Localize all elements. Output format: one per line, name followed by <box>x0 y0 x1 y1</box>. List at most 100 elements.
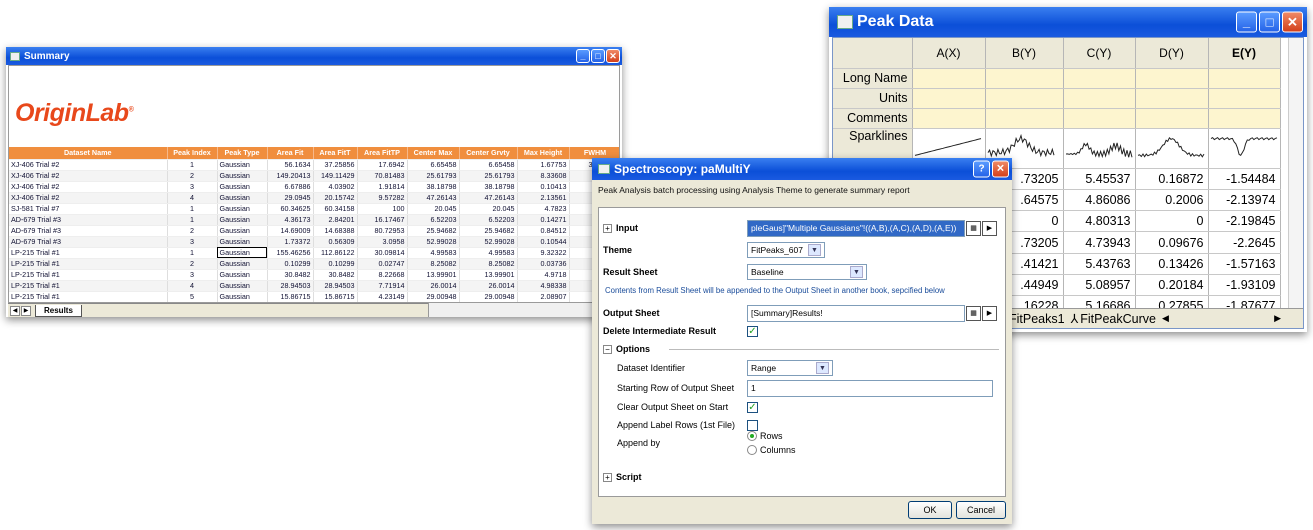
column-header[interactable]: Area Fit <box>267 147 314 160</box>
table-cell[interactable]: 149.20413 <box>267 170 314 182</box>
table-cell[interactable]: 0.03736 <box>517 258 570 270</box>
delete-intermediate-checkbox[interactable]: ✓ <box>747 325 758 337</box>
column-header[interactable]: E(Y) <box>1208 38 1281 69</box>
table-cell[interactable]: -1.93109 <box>1208 274 1281 297</box>
minimize-button[interactable]: _ <box>576 49 590 63</box>
table-cell[interactable]: 0.13426 <box>1135 253 1209 275</box>
row-label[interactable]: Long Name <box>833 68 913 89</box>
table-cell[interactable]: 70.81483 <box>357 170 408 182</box>
column-header[interactable]: Peak Type <box>217 147 268 160</box>
table-cell[interactable]: 3 <box>167 269 218 281</box>
column-header[interactable]: Area FitTP <box>357 147 408 160</box>
table-cell[interactable]: 0.14271 <box>517 214 570 226</box>
table-cell[interactable]: 2 <box>167 258 218 270</box>
table-cell[interactable]: 2.84201 <box>313 214 358 226</box>
table-cell[interactable]: Gaussian <box>217 269 268 281</box>
table-cell[interactable]: XJ-406 Trial #2 <box>9 192 168 204</box>
table-cell[interactable]: 0.10413 <box>517 181 570 193</box>
table-cell[interactable]: 0.10544 <box>517 236 570 248</box>
table-cell[interactable]: 29.00948 <box>459 291 518 302</box>
maximize-button[interactable]: □ <box>591 49 605 63</box>
label-cell[interactable] <box>1135 108 1209 129</box>
table-cell[interactable]: 0.02747 <box>357 258 408 270</box>
table-cell[interactable]: 1 <box>167 159 218 171</box>
column-header[interactable]: A(X) <box>912 38 986 69</box>
vertical-scrollbar[interactable] <box>1288 38 1303 310</box>
theme-select[interactable]: FitPeaks_607 ▼ <box>747 242 825 258</box>
table-cell[interactable]: 8.33608 <box>517 170 570 182</box>
append-columns-radio[interactable]: Columns <box>747 443 796 457</box>
table-cell[interactable]: 28.94503 <box>267 280 314 292</box>
table-cell[interactable]: 25.61793 <box>407 170 460 182</box>
table-cell[interactable]: 38.18798 <box>459 181 518 193</box>
table-cell[interactable]: 4.23149 <box>357 291 408 302</box>
table-cell[interactable]: 4.03902 <box>313 181 358 193</box>
table-cell[interactable]: AD-679 Trial #3 <box>9 214 168 226</box>
table-cell[interactable]: Gaussian <box>217 258 268 270</box>
label-cell[interactable] <box>985 68 1064 89</box>
table-cell[interactable]: 3 <box>167 181 218 193</box>
table-cell[interactable]: 5.43763 <box>1063 253 1136 275</box>
expand-icon[interactable]: + <box>603 472 612 482</box>
close-button[interactable]: ✕ <box>992 160 1009 178</box>
table-cell[interactable]: 149.11429 <box>313 170 358 182</box>
table-cell[interactable]: 0 <box>1135 210 1209 233</box>
table-cell[interactable]: Gaussian <box>217 192 268 204</box>
table-cell[interactable]: 6.65458 <box>459 159 518 171</box>
table-cell[interactable]: 52.99028 <box>407 236 460 248</box>
table-cell[interactable]: XJ-406 Trial #2 <box>9 159 168 171</box>
column-header[interactable]: Area FitT <box>313 147 358 160</box>
table-cell[interactable]: 15.86715 <box>313 291 358 302</box>
table-cell[interactable]: 1.91814 <box>357 181 408 193</box>
table-cell[interactable]: 6.65458 <box>407 159 460 171</box>
table-cell[interactable]: AD-679 Trial #3 <box>9 225 168 237</box>
table-cell[interactable]: Gaussian <box>217 280 268 292</box>
table-cell[interactable]: 47.26143 <box>459 192 518 204</box>
table-cell[interactable]: -2.19845 <box>1208 210 1281 233</box>
table-cell[interactable]: 0.2006 <box>1135 189 1209 212</box>
label-cell[interactable] <box>1208 108 1281 129</box>
table-cell[interactable]: 4.36173 <box>267 214 314 226</box>
table-cell[interactable]: 0.20184 <box>1135 274 1209 297</box>
result-sheet-select[interactable]: Baseline ▼ <box>747 264 867 280</box>
label-cell[interactable] <box>985 108 1064 129</box>
column-header[interactable]: Peak Index <box>167 147 218 160</box>
table-cell[interactable]: 9.57282 <box>357 192 408 204</box>
range-menu-icon[interactable]: ▶ <box>982 220 997 236</box>
table-cell[interactable]: 17.6942 <box>357 159 408 171</box>
sparkline-cell[interactable] <box>1208 128 1281 169</box>
summary-titlebar[interactable]: Summary _ □ ✕ <box>6 47 622 65</box>
table-cell[interactable]: 155.46256 <box>267 247 314 259</box>
table-cell[interactable]: 14.69009 <box>267 225 314 237</box>
table-cell[interactable]: 0.10299 <box>313 258 358 270</box>
table-cell[interactable]: 1.73372 <box>267 236 314 248</box>
label-cell[interactable] <box>985 88 1064 109</box>
sparkline-cell[interactable] <box>1135 128 1209 169</box>
label-cell[interactable] <box>912 88 986 109</box>
table-cell[interactable]: -2.2645 <box>1208 231 1281 254</box>
table-cell[interactable]: 8.25082 <box>459 258 518 270</box>
expand-icon[interactable]: + <box>603 223 612 233</box>
dataset-identifier-select[interactable]: Range ▼ <box>747 360 833 376</box>
scroll-right-icon[interactable]: ▶ <box>1274 313 1281 324</box>
label-cell[interactable] <box>1063 68 1136 89</box>
column-header[interactable]: D(Y) <box>1135 38 1209 69</box>
table-cell[interactable]: 29.00948 <box>407 291 460 302</box>
table-cell[interactable]: LP-215 Trial #1 <box>9 258 168 270</box>
clear-output-checkbox[interactable]: ✓ <box>747 401 758 413</box>
range-select-icon[interactable]: ▦ <box>966 305 981 321</box>
table-cell[interactable]: 15.86715 <box>267 291 314 302</box>
corner-cell[interactable] <box>833 38 913 69</box>
table-cell[interactable]: XJ-406 Trial #2 <box>9 170 168 182</box>
table-cell[interactable]: 13.99901 <box>459 269 518 281</box>
table-cell[interactable]: 7.71914 <box>357 280 408 292</box>
label-cell[interactable] <box>912 108 986 129</box>
close-button[interactable]: ✕ <box>1282 11 1303 33</box>
table-cell[interactable]: 112.86122 <box>313 247 358 259</box>
table-cell[interactable]: 4.86086 <box>1063 189 1136 212</box>
table-cell[interactable]: XJ-406 Trial #2 <box>9 181 168 193</box>
table-cell[interactable]: 0.84512 <box>517 225 570 237</box>
column-header[interactable]: C(Y) <box>1063 38 1136 69</box>
table-cell[interactable]: 4.7823 <box>517 203 570 215</box>
column-header[interactable]: Center Max <box>407 147 460 160</box>
